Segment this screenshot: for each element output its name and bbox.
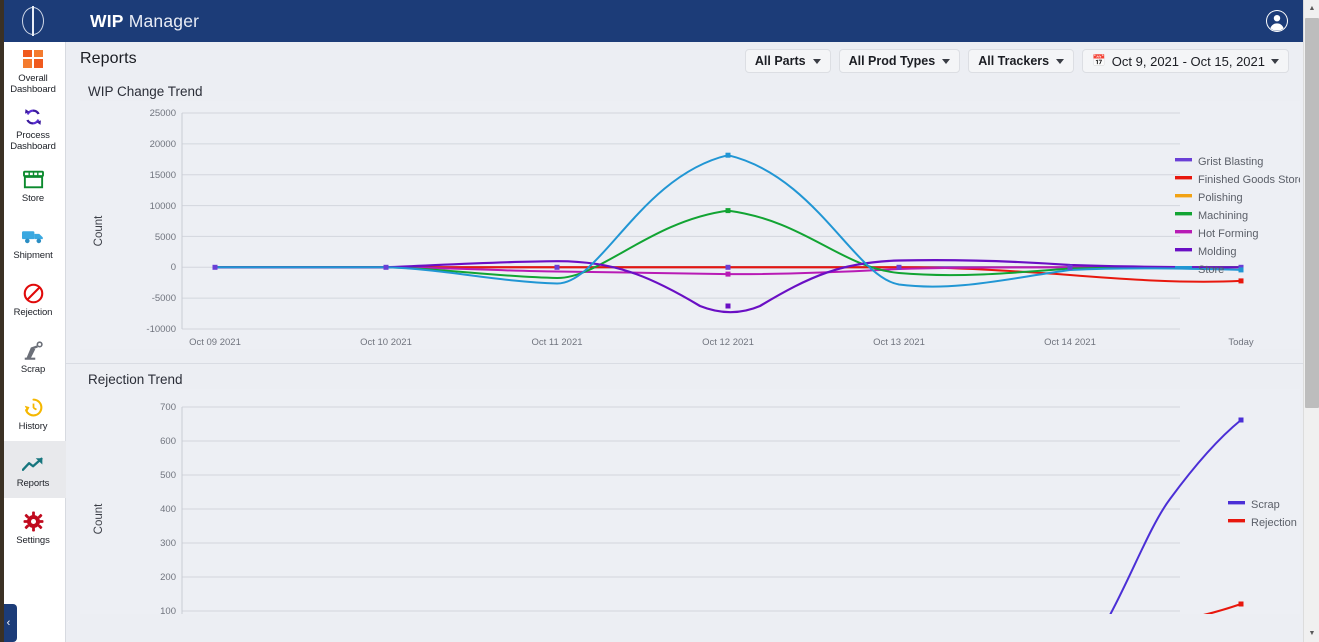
filter-all-trackers-label: All Trackers [978,54,1050,68]
filter-date-range-label: Oct 9, 2021 - Oct 15, 2021 [1111,53,1265,69]
vertical-scrollbar[interactable]: ▲ ▼ [1303,0,1319,642]
sidebar-item-reports[interactable]: Reports [0,441,66,498]
ytick-label: 300 [160,538,176,549]
storefront-icon [21,169,45,191]
legend-label: Scrap [1251,499,1280,511]
sidebar-item-rejection[interactable]: Rejection [0,270,66,327]
legend-label: Polishing [1198,192,1243,204]
legend-label: Store [1198,264,1224,276]
refresh-cycle-icon [21,106,45,128]
ytick-label: 600 [160,436,176,447]
app-logo[interactable] [0,0,66,42]
sidebar-item-label: Scrap [20,363,46,375]
app-root: WIP Manager Overall Dashboard Process Da… [0,0,1319,642]
account-circle-icon[interactable] [1265,9,1289,33]
sidebar-item-history[interactable]: History [0,384,66,441]
sidebar-item-label: Settings [16,534,50,546]
xtick-label: Oct 10 2021 [360,337,412,348]
xtick-label: Oct 13 2021 [873,337,925,348]
ytick-label: 25000 [150,108,176,119]
filter-all-prod-types[interactable]: All Prod Types [838,49,961,73]
plot-wip-change-trend[interactable]: 25000 20000 15000 10000 5000 0 -5000 -10… [80,101,1300,361]
sidebar-item-label: Process Dashboard [10,130,56,152]
gear-icon [21,511,45,533]
trend-up-icon [21,454,45,476]
xtick-label: Oct 11 2021 [531,337,582,348]
filter-all-parts[interactable]: All Parts [744,49,831,73]
legend-label: Hot Forming [1198,228,1259,240]
plot-rejection-trend[interactable]: 700 600 500 400 300 200 100 Count Scrap … [80,389,1300,614]
legend-label: Machining [1198,210,1248,222]
logo-bar [32,6,35,36]
filter-date-range[interactable]: 📅 Oct 9, 2021 - Oct 15, 2021 [1082,49,1289,73]
legend-label: Molding [1198,246,1237,258]
robot-arm-icon [21,340,45,362]
legend-label: Grist Blasting [1198,156,1263,168]
ytick-label: 10000 [150,201,176,212]
sidebar-item-scrap[interactable]: Scrap [0,327,66,384]
ytick-label: -5000 [152,293,176,304]
chevron-down-icon [942,58,951,64]
sidebar-item-label: Overall Dashboard [10,73,56,95]
xtick-label: Today [1228,337,1254,348]
filter-all-parts-label: All Parts [754,54,806,68]
left-edge-strip [0,0,4,642]
sidebar-item-shipment[interactable]: Shipment [0,213,66,270]
sidebar-item-label: Rejection [13,306,53,318]
chart-title-rejection-trend: Rejection Trend [88,372,183,387]
y-axis-title: Count [93,503,105,534]
ytick-label: 15000 [150,170,176,181]
brand-bold: WIP [90,10,124,31]
xtick-label: Oct 14 2021 [1044,337,1096,348]
truck-icon [21,226,45,248]
xtick-label: Oct 09 2021 [189,337,241,348]
sidebar-item-label: Reports [16,477,50,489]
sidebar-item-label: Shipment [13,249,53,261]
chart-card-wip-change-trend: WIP Change Trend 25000 20000 15000 10000… [66,76,1303,363]
xtick-label: Oct 12 2021 [702,337,754,348]
no-entry-icon [21,283,45,305]
chevron-down-icon [1056,58,1065,64]
ytick-label: 5000 [155,232,176,243]
chart-title-wip-change-trend: WIP Change Trend [88,84,203,99]
chart-card-rejection-trend: Rejection Trend 700 600 500 400 300 200 … [66,363,1303,616]
page-title: Reports [80,50,137,67]
brand-title: WIP Manager [90,11,199,32]
history-clock-icon [21,397,45,419]
chevron-down-icon [812,58,821,64]
legend-label: Rejection [1251,517,1297,529]
ytick-label: 700 [160,402,176,413]
legend-label: Finished Goods Store [1198,174,1300,186]
brand-light: Manager [128,10,200,31]
ytick-label: 100 [160,606,176,614]
ytick-label: 20000 [150,139,176,150]
main-content: Reports All Parts All Prod Types All Tra… [66,42,1303,642]
filter-all-trackers[interactable]: All Trackers [968,49,1075,73]
page-header: Reports All Parts All Prod Types All Tra… [66,42,1303,76]
filter-all-prod-types-label: All Prod Types [848,54,936,68]
chevron-down-icon [1271,58,1279,64]
top-header-bar: WIP Manager [0,0,1303,42]
sidebar-item-settings[interactable]: Settings [0,498,66,555]
scrollbar-thumb[interactable] [1305,18,1319,408]
calendar-icon: 📅 [1092,54,1106,67]
ytick-label: 400 [160,504,176,515]
sidebar-item-store[interactable]: Store [0,156,66,213]
sidebar-item-process-dashboard[interactable]: Process Dashboard [0,99,66,156]
left-sidebar: Overall Dashboard Process Dashboard Stor… [0,42,66,642]
ytick-label: 0 [171,262,176,273]
sidebar-item-label: History [18,420,48,432]
y-axis-title: Count [93,215,105,246]
sidebar-item-label: Store [21,192,45,204]
ytick-label: 200 [160,572,176,583]
ytick-label: -10000 [146,324,176,335]
scroll-down-arrow-icon[interactable]: ▼ [1304,625,1319,642]
filter-toolbar: All Parts All Prod Types All Trackers 📅 … [744,49,1289,73]
grid-dashboard-icon [21,49,45,71]
ytick-label: 500 [160,470,176,481]
sidebar-item-overall-dashboard[interactable]: Overall Dashboard [0,42,66,99]
wip-logo-icon [22,6,44,36]
scroll-up-arrow-icon[interactable]: ▲ [1304,0,1319,17]
